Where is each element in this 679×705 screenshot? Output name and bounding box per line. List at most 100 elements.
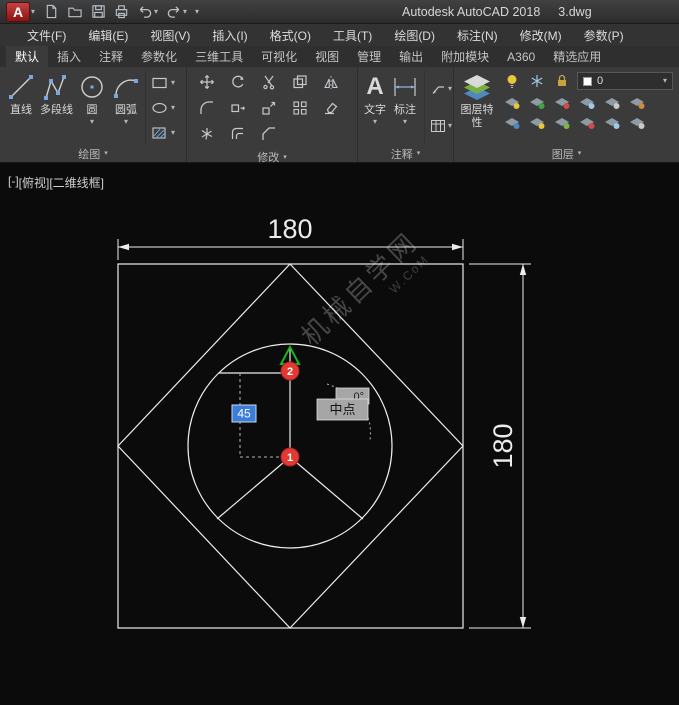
dimension-icon: [390, 71, 420, 103]
ellipse-flyout-icon: ▾: [171, 104, 175, 112]
tab-a360[interactable]: A360: [498, 46, 544, 67]
hatch-flyout-icon: ▾: [171, 129, 175, 137]
tool-stretch-button[interactable]: [230, 100, 246, 121]
drawing-canvas[interactable]: [-] [俯视] [二维线框] 机械自学网 W.CoM: [0, 163, 679, 705]
dim-arrow-top-icon: [520, 264, 526, 275]
array-icon: [292, 100, 308, 116]
redo-button[interactable]: ▾: [166, 4, 187, 19]
dim-text-horizontal: 180: [267, 214, 312, 244]
tab-annotate[interactable]: 注释: [90, 46, 132, 67]
save-button[interactable]: [91, 4, 106, 19]
tool-polyline-button[interactable]: 多段线: [38, 70, 75, 145]
tab-3d-tools[interactable]: 三维工具: [186, 46, 252, 67]
tool-rotate-button[interactable]: [230, 74, 246, 95]
layer-lock-button[interactable]: [552, 73, 572, 90]
viewport-view-control[interactable]: [俯视]: [19, 174, 50, 191]
tool-fillet-button[interactable]: [199, 100, 215, 121]
tool-table-button[interactable]: ▾: [430, 115, 452, 137]
tool-erase-button[interactable]: [323, 100, 339, 121]
tool-leader-button[interactable]: ▾: [430, 78, 452, 100]
qat-customize-icon[interactable]: ▾: [195, 8, 199, 16]
tab-addins[interactable]: 附加模块: [432, 46, 498, 67]
panel-layers-label[interactable]: 图层 ▾: [454, 145, 679, 162]
layer-tool-button[interactable]: [602, 113, 622, 130]
tab-view[interactable]: 视图: [306, 46, 348, 67]
tool-move-button[interactable]: [199, 74, 215, 95]
open-file-button[interactable]: [67, 4, 83, 19]
undo-button[interactable]: ▾: [137, 4, 158, 19]
layer-tool-button[interactable]: [502, 113, 522, 130]
layer-tool-button[interactable]: [552, 93, 572, 110]
ellipse-icon: [151, 101, 169, 115]
tool-dimension-button[interactable]: 标注 ▾: [388, 70, 422, 145]
layer-tool-button[interactable]: [552, 113, 572, 130]
step-marker-1: 1: [281, 448, 299, 466]
tab-parametric[interactable]: 参数化: [132, 46, 186, 67]
redo-caret-icon: ▾: [183, 8, 187, 16]
open-file-icon: [67, 4, 83, 19]
draw-small-tools: ▾ ▾ ▾: [145, 70, 175, 145]
tab-featured-apps[interactable]: 精选应用: [544, 46, 610, 67]
current-layer-name: 0: [597, 75, 603, 87]
layer-tool-button[interactable]: [527, 93, 547, 110]
menu-dimension[interactable]: 标注(N): [446, 24, 509, 46]
viewport-menu-control[interactable]: [-]: [8, 174, 19, 191]
layer-on-off-button[interactable]: [502, 73, 522, 90]
tool-line-button[interactable]: 直线: [4, 70, 38, 145]
layer-tool-button[interactable]: [577, 113, 597, 130]
menu-format[interactable]: 格式(O): [259, 24, 322, 46]
tab-visualize[interactable]: 可视化: [252, 46, 306, 67]
tab-insert[interactable]: 插入: [48, 46, 90, 67]
panel-draw-label[interactable]: 绘图 ▾: [0, 145, 186, 162]
circle-flyout-icon[interactable]: ▾: [90, 118, 94, 126]
menu-edit[interactable]: 编辑(E): [77, 24, 139, 46]
menu-file[interactable]: 文件(F): [16, 24, 77, 46]
tool-scale-button[interactable]: [261, 100, 277, 121]
tab-output[interactable]: 输出: [390, 46, 432, 67]
tool-text-button[interactable]: A 文字 ▾: [362, 70, 388, 145]
tool-hatch-button[interactable]: ▾: [151, 122, 175, 144]
dynamic-input-field[interactable]: 45: [232, 405, 256, 422]
layer-tool-button[interactable]: [627, 113, 647, 130]
tool-offset-button[interactable]: [230, 126, 246, 147]
layer-color-swatch: [583, 77, 592, 86]
offset-icon: [230, 126, 246, 142]
tab-home[interactable]: 默认: [6, 46, 48, 67]
tool-mirror-button[interactable]: [323, 74, 339, 95]
step-marker-2: 2: [281, 362, 299, 380]
layer-select-dropdown[interactable]: 0 ▾: [577, 72, 673, 90]
menu-modify[interactable]: 修改(M): [509, 24, 573, 46]
window-title: Autodesk AutoCAD 2018 3.dwg: [402, 0, 592, 24]
menu-view[interactable]: 视图(V): [139, 24, 201, 46]
layer-tool-button[interactable]: [602, 93, 622, 110]
layer-tool-button[interactable]: [527, 113, 547, 130]
tool-explode-button[interactable]: [199, 126, 215, 147]
layer-tool-button[interactable]: [577, 93, 597, 110]
draw-panel-expand-icon: ▾: [104, 150, 108, 157]
tool-rectangle-button[interactable]: ▾: [151, 72, 175, 94]
panel-annotate-label[interactable]: 注释 ▾: [358, 145, 453, 162]
tool-copy-button[interactable]: [292, 74, 308, 95]
tool-arc-button[interactable]: 圆弧 ▾: [109, 70, 143, 145]
panel-draw-content: 直线 多段线 圆 ▾: [0, 67, 186, 145]
menu-draw[interactable]: 绘图(D): [383, 24, 446, 46]
menu-parametric[interactable]: 参数(P): [573, 24, 635, 46]
tool-array-button[interactable]: [292, 100, 308, 121]
tool-trim-button[interactable]: [261, 74, 277, 95]
layer-tool-button[interactable]: [627, 93, 647, 110]
tool-circle-button[interactable]: 圆 ▾: [75, 70, 109, 145]
tool-ellipse-button[interactable]: ▾: [151, 97, 175, 119]
menu-insert[interactable]: 插入(I): [201, 24, 258, 46]
arc-flyout-icon[interactable]: ▾: [124, 118, 128, 126]
tool-chamfer-button[interactable]: [261, 126, 277, 147]
layer-tool-button[interactable]: [502, 93, 522, 110]
layer-controls: 0 ▾: [496, 70, 675, 145]
viewport-visual-style-control[interactable]: [二维线框]: [49, 174, 104, 191]
layer-freeze-button[interactable]: [527, 73, 547, 90]
layer-properties-button[interactable]: 图层特性: [458, 70, 496, 145]
app-menu-button[interactable]: A ▾: [6, 2, 35, 22]
new-file-button[interactable]: [44, 4, 59, 19]
tab-manage[interactable]: 管理: [348, 46, 390, 67]
plot-button[interactable]: [114, 4, 129, 19]
menu-tools[interactable]: 工具(T): [322, 24, 383, 46]
